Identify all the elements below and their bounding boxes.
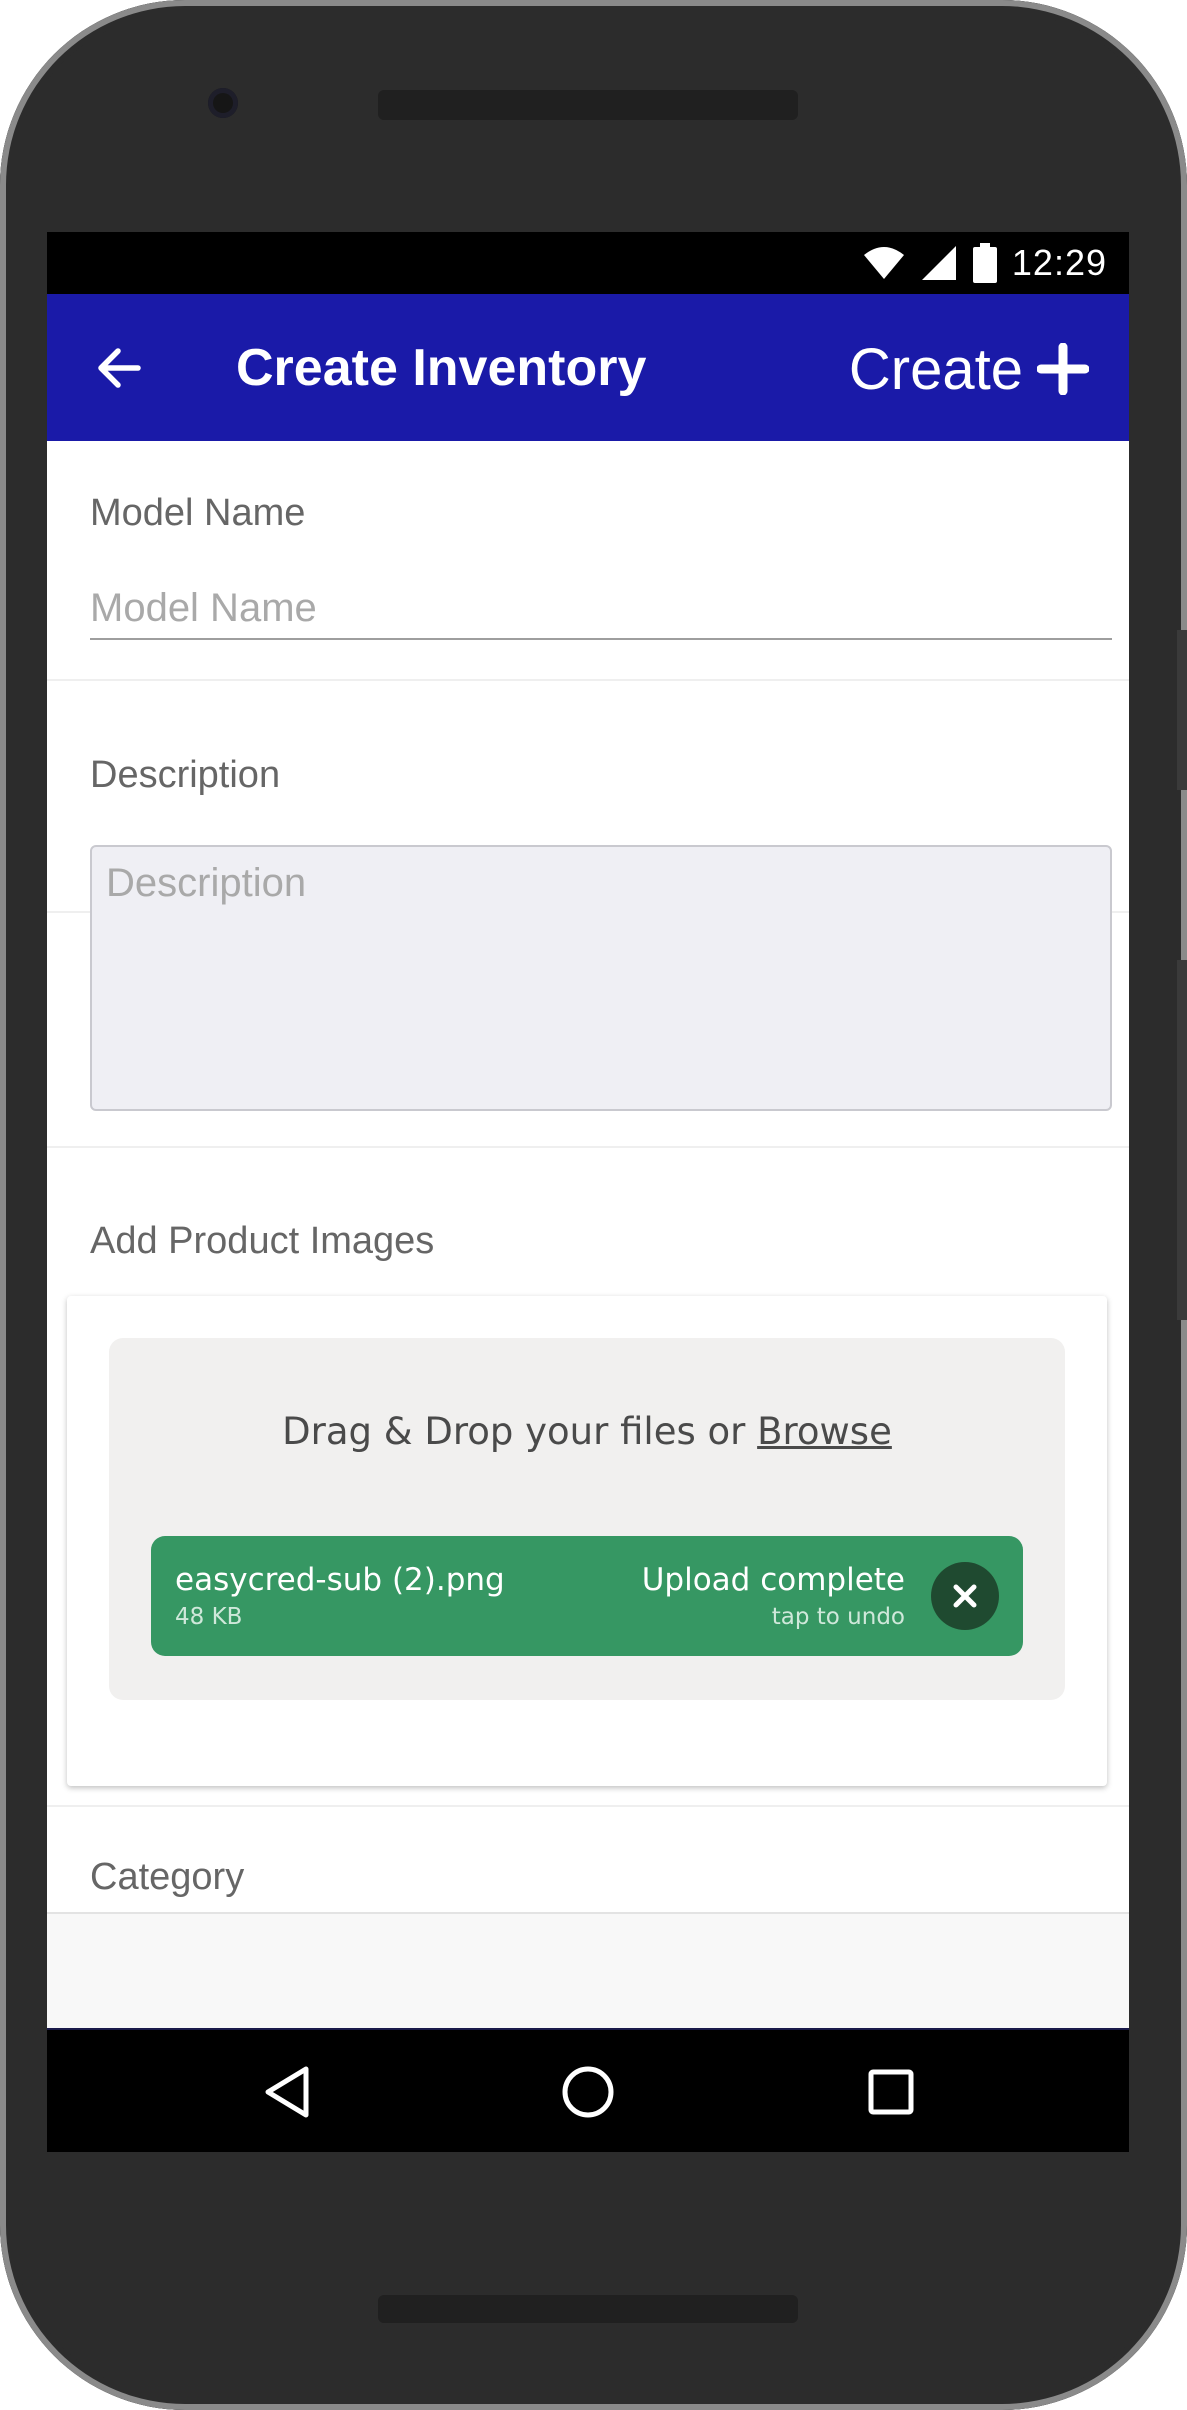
bottom-strip (47, 1912, 1129, 2030)
plus-icon (1037, 343, 1089, 395)
image-upload-card: Drag & Drop your files or Browse easycre… (67, 1296, 1107, 1786)
model-name-label-text: Model Name (90, 492, 306, 534)
nav-back-button[interactable] (255, 2060, 319, 2124)
navigation-bar (47, 2028, 1129, 2152)
cellular-signal-icon (921, 246, 956, 280)
file-name: easycred-sub (2).png (175, 1562, 505, 1598)
browse-link[interactable]: Browse (757, 1410, 892, 1453)
divider (47, 1146, 1129, 1148)
drop-instructions: Drag & Drop your files or (282, 1410, 746, 1453)
battery-icon (972, 243, 997, 283)
upload-status: Upload complete (641, 1562, 905, 1598)
front-camera (208, 88, 238, 118)
create-button-label: Create (848, 336, 1023, 402)
power-button (1177, 960, 1187, 1320)
dropzone-text: Drag & Drop your files or Browse (109, 1410, 1065, 1453)
top-speaker (378, 90, 798, 120)
home-circle-icon (562, 2066, 614, 2118)
file-dropzone[interactable]: Drag & Drop your files or Browse easycre… (109, 1338, 1065, 1700)
back-triangle-icon (265, 2066, 309, 2118)
uploaded-file-item[interactable]: easycred-sub (2).png 48 KB Upload comple… (151, 1536, 1023, 1656)
file-size: 48 KB (175, 1604, 243, 1630)
app-bar: Create Inventory Create (47, 294, 1129, 441)
nav-home-button[interactable] (556, 2060, 620, 2124)
nav-recents-button[interactable] (859, 2060, 923, 2124)
create-button[interactable]: Create (849, 334, 1089, 404)
recents-square-icon (868, 2069, 914, 2115)
back-button[interactable] (83, 332, 155, 404)
page-title: Create Inventory (236, 339, 647, 397)
category-label: Category (90, 1856, 245, 1898)
divider (47, 679, 1129, 681)
status-time: 12:29 (1011, 242, 1107, 283)
remove-file-button[interactable] (931, 1562, 999, 1630)
status-bar: 12:29 (47, 232, 1129, 294)
description-label: Description (90, 754, 281, 796)
arrow-left-icon (98, 348, 141, 388)
phone-frame: 12:29 Create Inventory Create Model Name (0, 0, 1187, 2410)
description-textarea[interactable] (90, 845, 1112, 1111)
bottom-speaker (378, 2295, 798, 2323)
close-icon (953, 1584, 977, 1608)
screen: 12:29 Create Inventory Create Model Name (47, 232, 1129, 2152)
wifi-icon (863, 247, 904, 279)
model-name-input[interactable] (90, 578, 1112, 640)
divider (47, 1805, 1129, 1807)
volume-button (1177, 630, 1187, 790)
undo-hint[interactable]: tap to undo (772, 1604, 905, 1630)
product-images-label: Add Product Images (90, 1220, 435, 1262)
